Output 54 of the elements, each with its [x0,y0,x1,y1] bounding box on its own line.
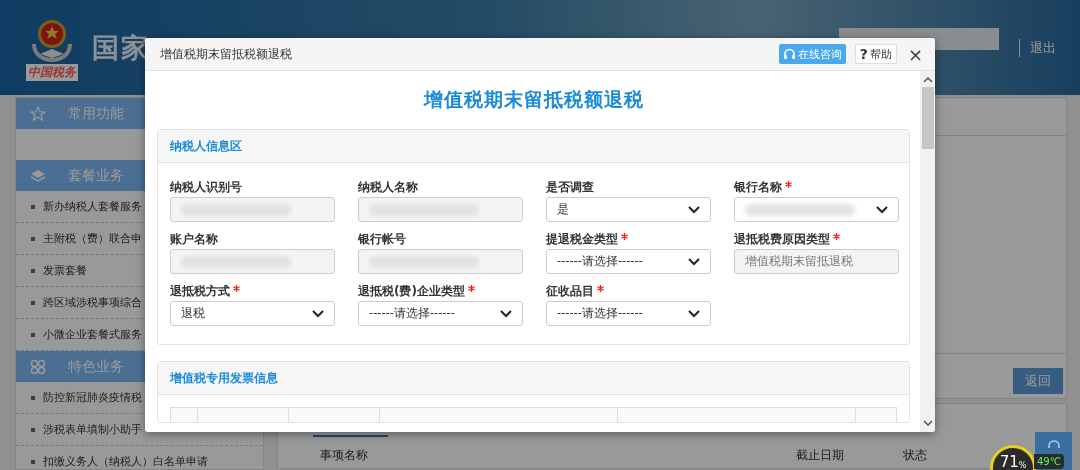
select-field[interactable]: ------请选择------ [546,301,711,326]
dialog-title: 增值税期末留抵税额退税 [160,45,293,63]
sidebar-item[interactable]: 主附税（费）联合申 [43,231,142,246]
field-label: 是否调查 [546,179,594,196]
sidebar-item[interactable]: 防控新冠肺炎疫情税 [43,390,142,405]
readonly-field[interactable]: 增值税期末留抵退税 [734,249,899,274]
column-header: 状态 [903,447,927,464]
help-button[interactable]: ?帮助 [854,44,897,64]
readonly-field[interactable] [358,197,523,222]
select-field[interactable]: 退税 [170,301,335,326]
chevron-up-icon [922,77,933,83]
field-label: 退抵税费原因类型 [734,231,830,248]
field-label: 银行帐号 [358,231,406,248]
field-label: 退抵税方式 [170,283,230,300]
temperature-reading: 49℃ [1034,454,1064,469]
field-label: 纳税人名称 [358,179,418,196]
readonly-field[interactable] [170,249,335,274]
layers-icon [30,167,46,184]
chevron-down-icon [688,257,700,266]
column-header: 截止日期 [796,447,844,464]
readonly-field[interactable] [170,197,335,222]
logo-caption: 中国税务 [26,64,78,81]
column-header: 事项名称 [320,447,368,464]
select-field[interactable] [734,197,899,222]
chevron-down-icon [876,205,888,214]
scrollbar-thumb[interactable] [921,87,934,149]
sidebar-item[interactable]: 发票套餐 [43,263,87,278]
scrollbar[interactable] [920,71,935,432]
chevron-down-icon [922,420,933,426]
chevron-down-icon [500,309,512,318]
sidebar-item[interactable]: 跨区域涉税事项综合 [43,295,142,310]
sidebar-item[interactable]: 涉税表单填制小助手 [43,422,142,437]
sidebar-item[interactable]: 小微企业套餐式服务 [43,327,142,342]
field-label: 提退税金类型 [546,231,618,248]
readonly-field[interactable] [358,249,523,274]
field-label: 账户名称 [170,231,218,248]
headset-icon [782,47,796,61]
form-heading: 增值税期末留抵税额退税 [422,87,645,112]
close-button[interactable]: × [905,43,925,65]
star-icon [30,105,46,122]
field-label: 征收品目 [546,283,594,300]
select-field[interactable]: 是 [546,197,711,222]
chevron-down-icon [688,205,700,214]
field-label: 退抵税(费)企业类型 [358,283,465,300]
sidebar-item[interactable]: 新办纳税人套餐服务 [43,199,142,214]
clover-icon [30,358,46,375]
section-title: 纳税人信息区 [170,137,242,155]
sidebar-item[interactable]: 扣缴义务人（纳税人）白名单申请 [43,454,208,469]
chevron-down-icon [312,309,324,318]
select-field[interactable]: ------请选择------ [546,249,711,274]
select-field[interactable]: ------请选择------ [358,301,523,326]
field-label: 银行名称 [734,179,782,196]
logout-link[interactable]: 退出 [1019,38,1056,57]
chevron-down-icon [688,309,700,318]
